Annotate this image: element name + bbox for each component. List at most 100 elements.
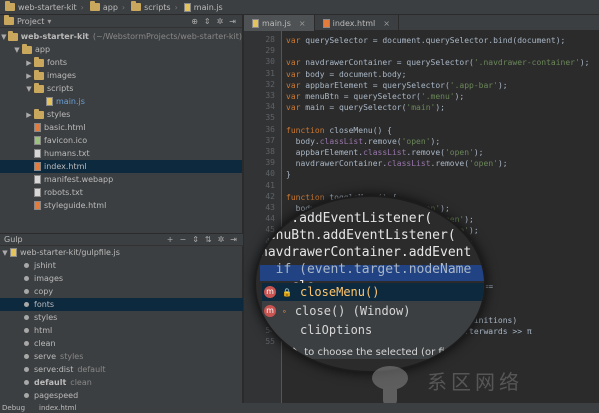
expand-arrow-icon[interactable]: ▶ xyxy=(24,111,34,119)
watermark-text: 系区网络 xyxy=(427,370,523,394)
expand-arrow-icon[interactable]: ▶ xyxy=(24,72,34,80)
completion-item[interactable]: cliOptions xyxy=(262,321,484,339)
tree-item[interactable]: index.html xyxy=(0,160,242,173)
chevron-right-icon: › xyxy=(121,2,126,12)
code-line[interactable]: var menuBtn = querySelector('.menu'); xyxy=(286,91,464,102)
breadcrumb-label: web-starter-kit xyxy=(18,2,77,12)
line-number: 31 xyxy=(265,68,275,78)
folder-icon xyxy=(34,69,44,80)
close-icon[interactable]: × xyxy=(299,19,306,28)
tree-item[interactable]: humans.txt xyxy=(0,147,242,160)
breadcrumb-item[interactable]: web-starter-kit › xyxy=(2,0,87,15)
close-icon[interactable]: × xyxy=(383,19,390,28)
tree-item-label: styleguide.html xyxy=(44,201,107,210)
code-line[interactable]: appbarElement.classList.remove('open'); xyxy=(286,147,484,158)
expand-arrow-icon[interactable]: ▼ xyxy=(0,33,8,41)
gulp-task[interactable]: pagespeed xyxy=(0,389,243,402)
gulp-task[interactable]: jshint xyxy=(0,259,243,272)
tree-root[interactable]: ▼ web-starter-kit (~/WebstormProjects/we… xyxy=(0,30,242,43)
code-line[interactable]: var appbarElement = querySelector('.app-… xyxy=(286,80,508,91)
js-file-icon xyxy=(252,18,259,28)
gulp-task[interactable]: default clean xyxy=(0,376,243,389)
project-panel-header[interactable]: Project ▾ ⊕ ⇕ ✲ ⇥ xyxy=(0,15,242,28)
expand-arrow-icon[interactable]: ▼ xyxy=(24,85,34,93)
file-icon xyxy=(34,188,41,197)
tree-item[interactable]: styleguide.html xyxy=(0,199,242,212)
sync-icon[interactable]: ⊕ xyxy=(191,17,198,26)
tree-item[interactable]: basic.html xyxy=(0,121,242,134)
tree-item[interactable]: main.js xyxy=(0,95,242,108)
status-file[interactable]: index.html xyxy=(39,404,76,412)
task-icon xyxy=(24,380,29,385)
gulp-task-label: copy xyxy=(34,287,54,296)
gulp-task[interactable]: html xyxy=(0,324,243,337)
html-file-icon xyxy=(34,123,41,132)
code-line[interactable]: var querySelector = document.querySelect… xyxy=(286,35,565,46)
code-line[interactable]: var main = querySelector('main'); xyxy=(286,102,445,113)
collapse-all-icon[interactable]: ⇅ xyxy=(205,235,212,244)
code-line[interactable]: function closeMenu() { xyxy=(286,125,392,136)
folder-icon xyxy=(131,1,142,11)
expand-arrow-icon[interactable]: ▼ xyxy=(0,249,10,257)
breadcrumb-item[interactable]: scripts › xyxy=(128,0,181,15)
chevron-down-icon[interactable]: ▾ xyxy=(47,17,51,26)
expand-arrow-icon[interactable]: ▶ xyxy=(24,59,34,67)
gulp-panel-header[interactable]: Gulp + − ⇕ ⇅ ✲ ⇥ xyxy=(0,233,243,246)
gulp-task[interactable]: clean xyxy=(0,337,243,350)
tree-item[interactable]: ▶ images xyxy=(0,69,242,82)
expand-arrow-icon[interactable]: ▼ xyxy=(12,46,22,54)
debug-tab[interactable]: Debug xyxy=(2,404,25,412)
gulp-task[interactable]: serve styles xyxy=(0,350,243,363)
magnified-code-line: menuBtn.addEventListener( xyxy=(260,228,456,243)
gulp-task[interactable]: serve:dist default xyxy=(0,363,243,376)
tab-main-js[interactable]: main.js × xyxy=(244,15,315,31)
tab-index-html[interactable]: index.html × xyxy=(315,15,399,31)
code-line[interactable]: var navdrawerContainer = querySelector('… xyxy=(286,57,589,68)
minus-icon[interactable]: − xyxy=(179,235,186,244)
gulp-task[interactable]: copy xyxy=(0,285,243,298)
line-number: 38 xyxy=(265,147,275,156)
code-line[interactable]: navdrawerContainer.classList.remove('ope… xyxy=(286,158,508,169)
gulp-panel-title: Gulp xyxy=(4,235,23,244)
completion-item[interactable]: m 🔒 closeMenu() xyxy=(262,283,484,301)
tree-item[interactable]: favicon.ico xyxy=(0,134,242,147)
hide-icon[interactable]: ⇥ xyxy=(230,235,237,244)
breadcrumb-item[interactable]: app › xyxy=(87,0,128,15)
tree-item[interactable]: manifest.webapp xyxy=(0,173,242,186)
gulp-task[interactable]: images xyxy=(0,272,243,285)
tree-item[interactable]: ▼ scripts xyxy=(0,82,242,95)
magnified-code-line: navdrawerContainer.addEvent xyxy=(260,245,472,260)
chevron-right-icon: › xyxy=(174,2,178,12)
task-icon xyxy=(24,367,29,372)
tree-root-label: web-starter-kit xyxy=(20,32,89,41)
breadcrumb-item[interactable]: main.js xyxy=(181,0,226,15)
task-icon xyxy=(24,328,29,333)
tree-item[interactable]: ▼ app xyxy=(0,43,242,56)
code-line[interactable]: } xyxy=(286,169,291,180)
tree-item-label: index.html xyxy=(44,162,87,171)
project-icon xyxy=(4,15,14,25)
gear-icon[interactable]: ✲ xyxy=(218,235,225,244)
line-number: 39 xyxy=(265,158,275,168)
code-line[interactable]: body.classList.remove('open'); xyxy=(286,136,441,147)
tree-item[interactable]: ▶ styles xyxy=(0,108,242,121)
gulp-task-label: serve:dist xyxy=(34,365,74,374)
dot-icon: ∘ xyxy=(282,306,287,316)
gear-icon[interactable]: ✲ xyxy=(217,17,224,26)
tree-item[interactable]: robots.txt xyxy=(0,186,242,199)
gulp-task[interactable]: styles xyxy=(0,311,243,324)
method-icon: m xyxy=(264,286,276,298)
tree-item[interactable]: ▶ fonts xyxy=(0,56,242,69)
hide-icon[interactable]: ⇥ xyxy=(229,17,236,26)
expand-all-icon[interactable]: ⇕ xyxy=(192,235,199,244)
code-line[interactable]: var body = document.body; xyxy=(286,69,406,80)
gulp-task[interactable]: fonts xyxy=(0,298,243,311)
gulp-root[interactable]: ▼ web-starter-kit/gulpfile.js xyxy=(0,246,243,259)
collapse-icon[interactable]: ⇕ xyxy=(204,17,211,26)
gulp-root-label: web-starter-kit/gulpfile.js xyxy=(20,248,120,257)
line-number: 32 xyxy=(265,79,275,89)
gulp-task-label: styles xyxy=(34,313,58,322)
completion-item[interactable]: m ∘ close() (Window) xyxy=(262,302,484,320)
gulp-task-label: clean xyxy=(34,339,56,348)
add-icon[interactable]: + xyxy=(167,235,174,244)
